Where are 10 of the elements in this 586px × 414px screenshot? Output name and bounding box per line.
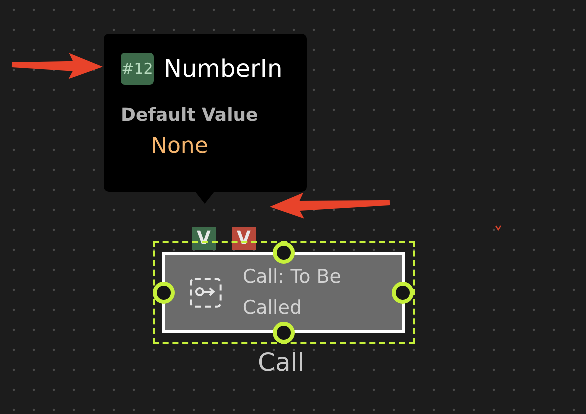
field-value: None bbox=[151, 134, 210, 159]
call-icon bbox=[189, 276, 223, 308]
field-label: Default Value bbox=[121, 105, 260, 126]
node-caption: Call bbox=[258, 348, 305, 377]
node-label: Call: To Be Called bbox=[242, 264, 342, 320]
connection-handle[interactable] bbox=[273, 242, 295, 264]
call-node[interactable]: Call: To Be Called bbox=[162, 252, 405, 333]
tick-icon bbox=[495, 225, 502, 231]
tooltip-title: NumberIn bbox=[164, 55, 283, 83]
number-badge: #12 bbox=[121, 53, 154, 85]
